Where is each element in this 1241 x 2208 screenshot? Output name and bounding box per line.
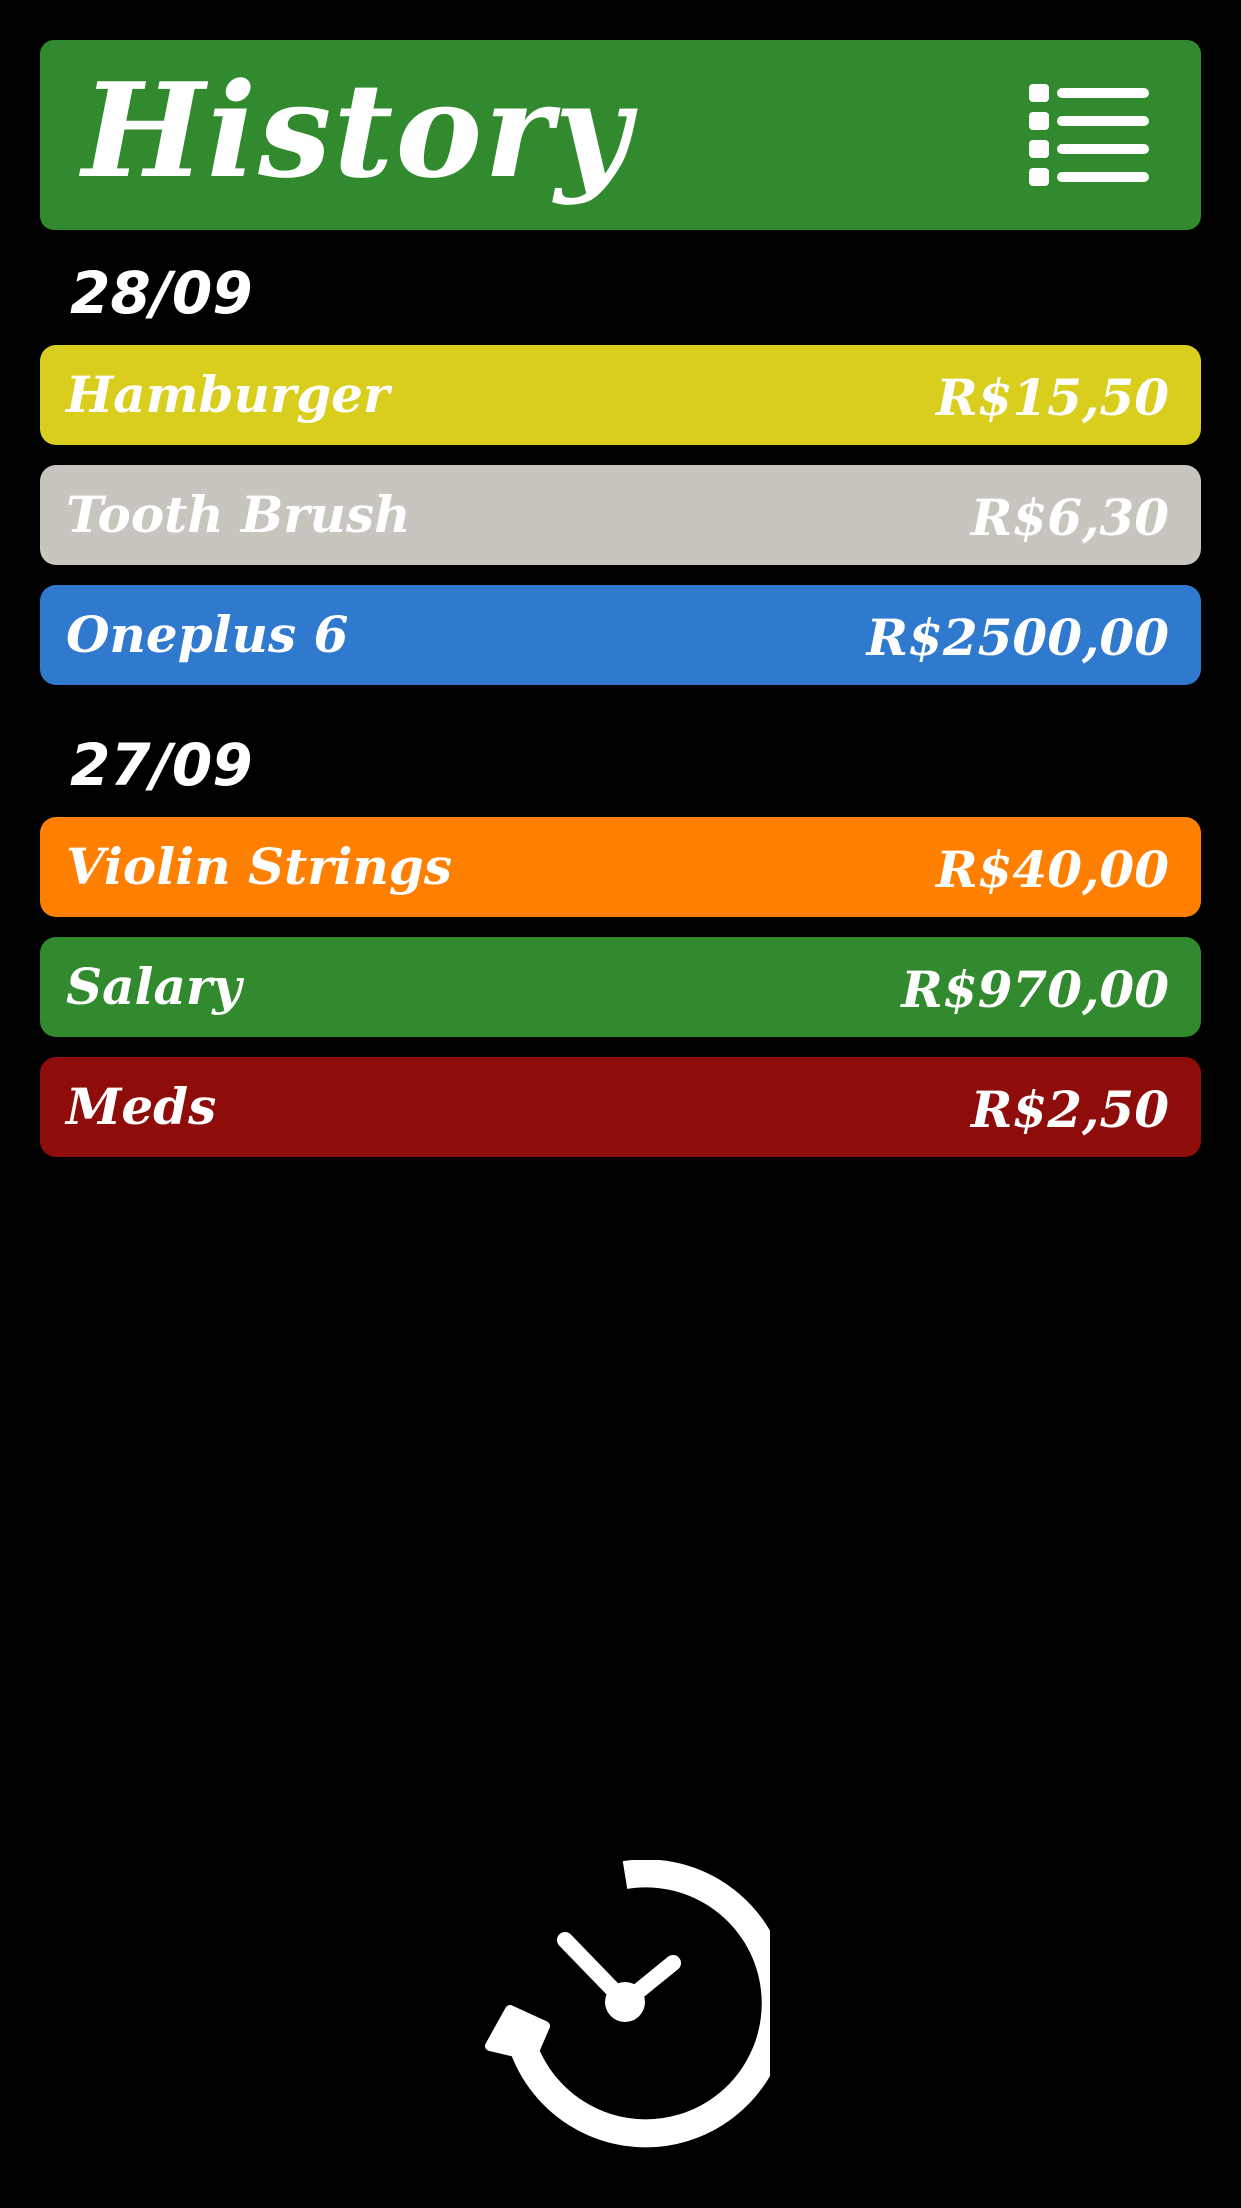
date-header: 28/09 [70,259,253,327]
transaction-amount: R$2,50 [970,1080,1169,1139]
transaction-name: Tooth Brush [66,485,411,544]
transaction-item-violin-strings[interactable]: Violin Strings R$40,00 [40,817,1201,917]
transaction-item-salary[interactable]: Salary R$970,00 [40,937,1201,1037]
transaction-item-tooth-brush[interactable]: Tooth Brush R$6,30 [40,465,1201,565]
menu-button[interactable] [1027,80,1151,188]
transaction-name: Oneplus 6 [66,605,349,664]
transaction-name: Meds [66,1077,217,1136]
transaction-item-oneplus-6[interactable]: Oneplus 6 R$2500,00 [40,585,1201,685]
transaction-amount: R$970,00 [901,960,1169,1019]
transaction-item-meds[interactable]: Meds R$2,50 [40,1057,1201,1157]
history-clock-icon [485,1860,770,2148]
transaction-amount: R$40,00 [936,840,1169,899]
transaction-amount: R$15,50 [936,368,1169,427]
transaction-amount: R$6,30 [970,488,1169,547]
list-menu-icon [1029,84,1149,186]
transaction-amount: R$2500,00 [866,608,1170,667]
transaction-name: Violin Strings [66,837,453,896]
transaction-item-hamburger[interactable]: Hamburger R$15,50 [40,345,1201,445]
transaction-name: Salary [66,957,242,1016]
page-title: History [82,54,633,207]
app-header: History [40,40,1201,230]
history-button[interactable] [480,1860,770,2150]
transaction-name: Hamburger [66,365,390,424]
date-header: 27/09 [70,731,253,799]
